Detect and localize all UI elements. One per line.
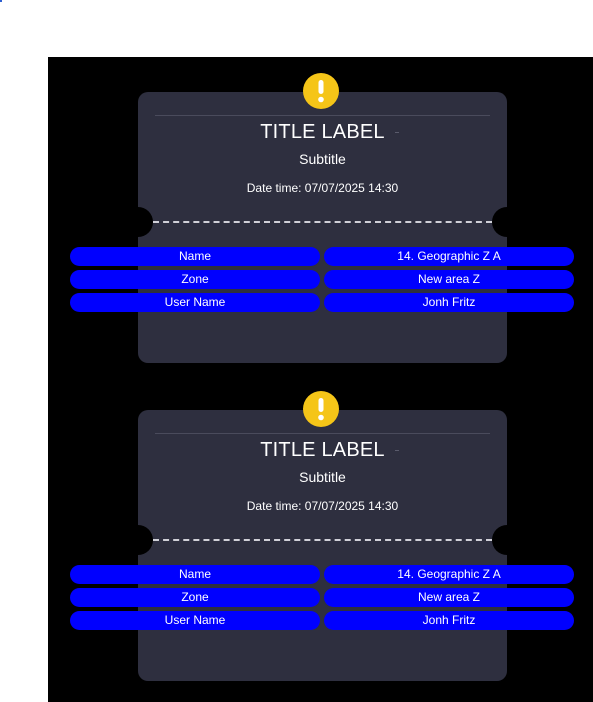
field-label-zone: Zone xyxy=(70,588,320,607)
field-label-name: Name xyxy=(70,565,320,584)
field-label-name: Name xyxy=(70,247,320,266)
field-row: Name 14. Geographic Z A xyxy=(70,565,574,584)
alert-card[interactable]: TITLE LABEL Subtitle Date time: 07/07/20… xyxy=(123,73,522,363)
card-subtitle: Subtitle xyxy=(299,151,346,167)
card-fields: Name 14. Geographic Z A Zone New area Z … xyxy=(70,565,574,634)
field-value-zone: New area Z xyxy=(324,270,574,289)
ticket-perforation xyxy=(153,221,492,223)
ticket-notch-left xyxy=(123,207,153,237)
header-divider xyxy=(155,433,490,434)
field-row: User Name Jonh Fritz xyxy=(70,293,574,312)
field-row: Zone New area Z xyxy=(70,270,574,289)
card-subtitle: Subtitle xyxy=(299,469,346,485)
field-value-name: 14. Geographic Z A xyxy=(324,247,574,266)
field-row: User Name Jonh Fritz xyxy=(70,611,574,630)
field-row: Name 14. Geographic Z A xyxy=(70,247,574,266)
card-title: TITLE LABEL xyxy=(260,121,385,143)
canvas-stage: TITLE LABEL Subtitle Date time: 07/07/20… xyxy=(48,57,593,702)
exclamation-icon xyxy=(303,391,339,427)
title-decoration xyxy=(395,450,399,451)
corner-marker xyxy=(0,0,2,2)
ticket-notch-left xyxy=(123,525,153,555)
header-divider xyxy=(155,115,490,116)
field-row: Zone New area Z xyxy=(70,588,574,607)
field-value-user-name: Jonh Fritz xyxy=(324,611,574,630)
field-value-name: 14. Geographic Z A xyxy=(324,565,574,584)
ticket-notch-right xyxy=(492,525,522,555)
title-decoration xyxy=(395,132,399,133)
field-label-zone: Zone xyxy=(70,270,320,289)
card-datetime: Date time: 07/07/2025 14:30 xyxy=(246,181,399,195)
field-label-user-name: User Name xyxy=(70,293,320,312)
card-fields: Name 14. Geographic Z A Zone New area Z … xyxy=(70,247,574,316)
card-datetime: Date time: 07/07/2025 14:30 xyxy=(246,499,399,513)
alert-card[interactable]: TITLE LABEL Subtitle Date time: 07/07/20… xyxy=(123,391,522,681)
field-value-zone: New area Z xyxy=(324,588,574,607)
ticket-notch-right xyxy=(492,207,522,237)
field-value-user-name: Jonh Fritz xyxy=(324,293,574,312)
card-title: TITLE LABEL xyxy=(260,439,385,461)
field-label-user-name: User Name xyxy=(70,611,320,630)
ticket-perforation xyxy=(153,539,492,541)
exclamation-icon xyxy=(303,73,339,109)
